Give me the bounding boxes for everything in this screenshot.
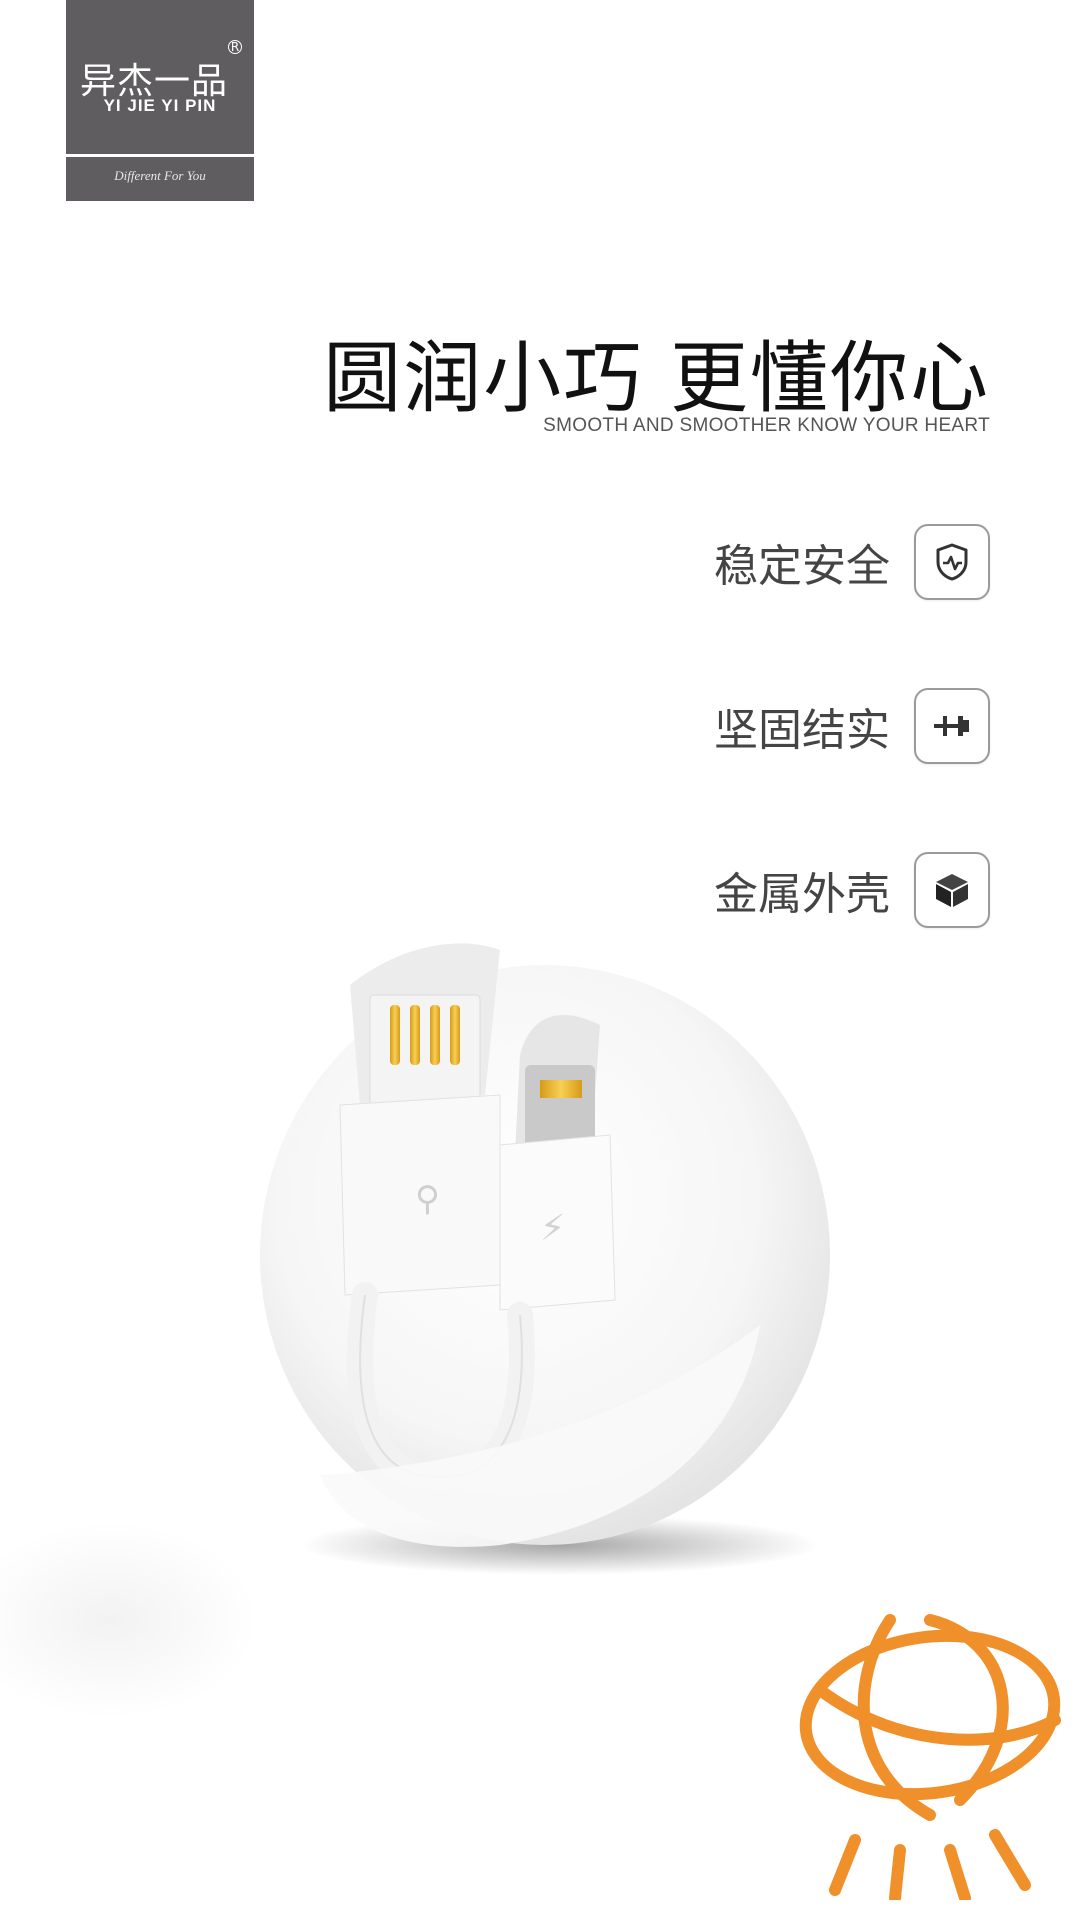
page-subtitle: SMOOTH AND SMOOTHER KNOW YOUR HEART <box>543 415 990 436</box>
svg-text:⚲: ⚲ <box>415 1179 440 1219</box>
orange-globe-mark-icon <box>799 1614 1061 1900</box>
feature-label: 稳定安全 <box>714 541 890 592</box>
brand-divider <box>66 154 254 157</box>
feature-sturdy: 坚固结实 <box>714 686 990 766</box>
shield-pulse-icon <box>914 524 990 600</box>
metal-box-icon <box>914 852 990 928</box>
product-cable-reel-image: ⚲ ⚡ <box>260 943 830 1575</box>
feature-stable-safe: 稳定安全 <box>714 522 990 602</box>
brand-slogan: Different For You <box>114 168 206 183</box>
brand-logo: 异杰一品 R YI JIE YI PIN Different For You <box>66 0 254 201</box>
brand-english-name: YI JIE YI PIN <box>103 96 217 115</box>
page-title: 圆润小巧 更懂你心 <box>323 334 990 424</box>
feature-label: 坚固结实 <box>714 705 890 756</box>
pin-icon <box>914 688 990 764</box>
svg-text:⚡: ⚡ <box>540 1208 565 1249</box>
registered-mark: R <box>228 40 242 54</box>
